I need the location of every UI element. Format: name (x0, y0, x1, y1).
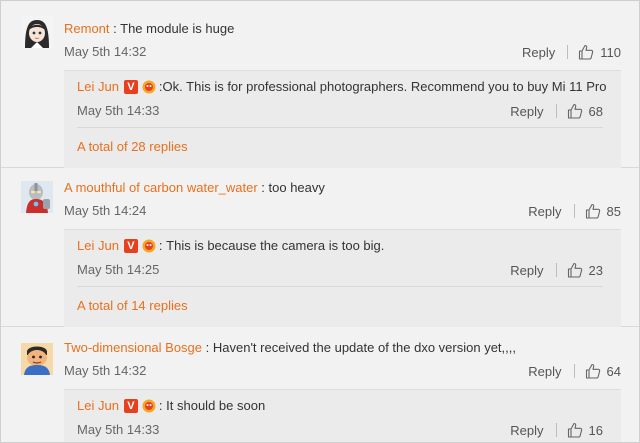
thumbs-up-icon[interactable] (585, 363, 601, 379)
like-count: 64 (606, 363, 621, 379)
comment-text: too heavy (268, 180, 325, 195)
colon-separator: : (158, 398, 167, 413)
reply-block: Lei Jun V : It should be soon May 5th 14… (64, 389, 621, 442)
timestamp: May 5th 14:25 (77, 262, 160, 277)
username-link[interactable]: A mouthful of carbon water_water (64, 180, 258, 195)
thumbs-up-icon[interactable] (567, 262, 583, 278)
verified-badge-icon: V (123, 238, 138, 253)
reply-block: Lei Jun V : Ok. This is for professional… (64, 70, 621, 168)
divider (555, 104, 557, 118)
comment-thread: Remont : The module is huge May 5th 14:3… (0, 0, 640, 443)
vip-badge-icon (142, 399, 156, 412)
comment-meta: May 5th 14:24 Reply 85 (64, 203, 621, 221)
reply-meta: May 5th 14:33 Reply 16 (77, 422, 603, 440)
reply-button[interactable]: Reply (528, 364, 561, 379)
divider (573, 364, 575, 378)
reply-actions: Reply 68 (510, 103, 603, 119)
colon-separator: : (109, 21, 121, 36)
like-count: 110 (600, 44, 621, 60)
timestamp: May 5th 14:32 (64, 44, 147, 59)
comment-actions: Reply 85 (528, 203, 621, 219)
like-count: 16 (588, 422, 603, 438)
vip-badge-icon (142, 239, 156, 252)
colon-separator: : (257, 180, 269, 195)
reply-meta: May 5th 14:33 Reply 68 (77, 103, 603, 121)
reply-button[interactable]: Reply (510, 104, 543, 119)
ultraman-avatar[interactable] (21, 181, 53, 213)
timestamp: May 5th 14:33 (77, 103, 160, 118)
comment-text: Haven't received the update of the dxo v… (212, 340, 516, 355)
reply-block: Lei Jun V : This is because the camera i… (64, 229, 621, 327)
divider (573, 204, 575, 218)
colon-separator: : (202, 340, 213, 355)
reply-text: Ok. This is for professional photographe… (162, 79, 607, 94)
username-link[interactable]: Lei Jun (77, 79, 119, 94)
reply-divider (77, 127, 603, 128)
username-link[interactable]: Lei Jun (77, 238, 119, 253)
comment-actions: Reply 110 (522, 44, 621, 60)
verified-badge-icon: V (123, 398, 138, 413)
view-all-replies-link[interactable]: A total of 28 replies (77, 139, 188, 154)
timestamp: May 5th 14:24 (64, 203, 147, 218)
like-count: 68 (588, 103, 603, 119)
like-count: 23 (588, 262, 603, 278)
reply-actions: Reply 16 (510, 422, 603, 438)
thumbs-up-icon[interactable] (567, 422, 583, 438)
vip-badge-icon (142, 80, 156, 93)
reply-text: This is because the camera is too big. (166, 238, 385, 253)
username-link[interactable]: Remont (64, 21, 110, 36)
reply-button[interactable]: Reply (510, 263, 543, 278)
comment-meta: May 5th 14:32 Reply 64 (64, 363, 621, 381)
thumbs-up-icon[interactable] (585, 203, 601, 219)
comment-header: A mouthful of carbon water_water : too h… (64, 180, 325, 195)
like-count: 85 (606, 203, 621, 219)
comment-item: Remont : The module is huge May 5th 14:3… (1, 1, 639, 168)
colon-separator: : (158, 238, 167, 253)
verified-badge-icon: V (123, 79, 138, 94)
comment-item: Two-dimensional Bosge : Haven't received… (1, 327, 639, 442)
comment-actions: Reply 64 (528, 363, 621, 379)
reply-button[interactable]: Reply (522, 45, 555, 60)
divider (555, 423, 557, 437)
reply-meta: May 5th 14:25 Reply 23 (77, 262, 603, 280)
view-all-replies-link[interactable]: A total of 14 replies (77, 298, 188, 313)
reply-divider (77, 286, 603, 287)
comment-header: Remont : The module is huge (64, 21, 234, 36)
comment-meta: May 5th 14:32 Reply 110 (64, 44, 621, 62)
username-link[interactable]: Lei Jun (77, 398, 119, 413)
divider (567, 45, 569, 59)
timestamp: May 5th 14:32 (64, 363, 147, 378)
reply-header: Lei Jun V : It should be soon (77, 398, 265, 413)
reply-header: Lei Jun V : Ok. This is for professional… (77, 79, 606, 94)
comment-text: The module is huge (120, 21, 235, 36)
comment-header: Two-dimensional Bosge : Haven't received… (64, 340, 516, 355)
comment-item: A mouthful of carbon water_water : too h… (1, 168, 639, 327)
reply-button[interactable]: Reply (510, 423, 543, 438)
cartoon-man-avatar[interactable] (21, 343, 53, 375)
divider (555, 263, 557, 277)
anime-girl-avatar[interactable] (21, 16, 53, 48)
reply-actions: Reply 23 (510, 262, 603, 278)
timestamp: May 5th 14:33 (77, 422, 160, 437)
thumbs-up-icon[interactable] (578, 44, 594, 60)
reply-header: Lei Jun V : This is because the camera i… (77, 238, 384, 253)
username-link[interactable]: Two-dimensional Bosge (64, 340, 202, 355)
thumbs-up-icon[interactable] (567, 103, 583, 119)
reply-text: It should be soon (166, 398, 266, 413)
reply-button[interactable]: Reply (528, 204, 561, 219)
